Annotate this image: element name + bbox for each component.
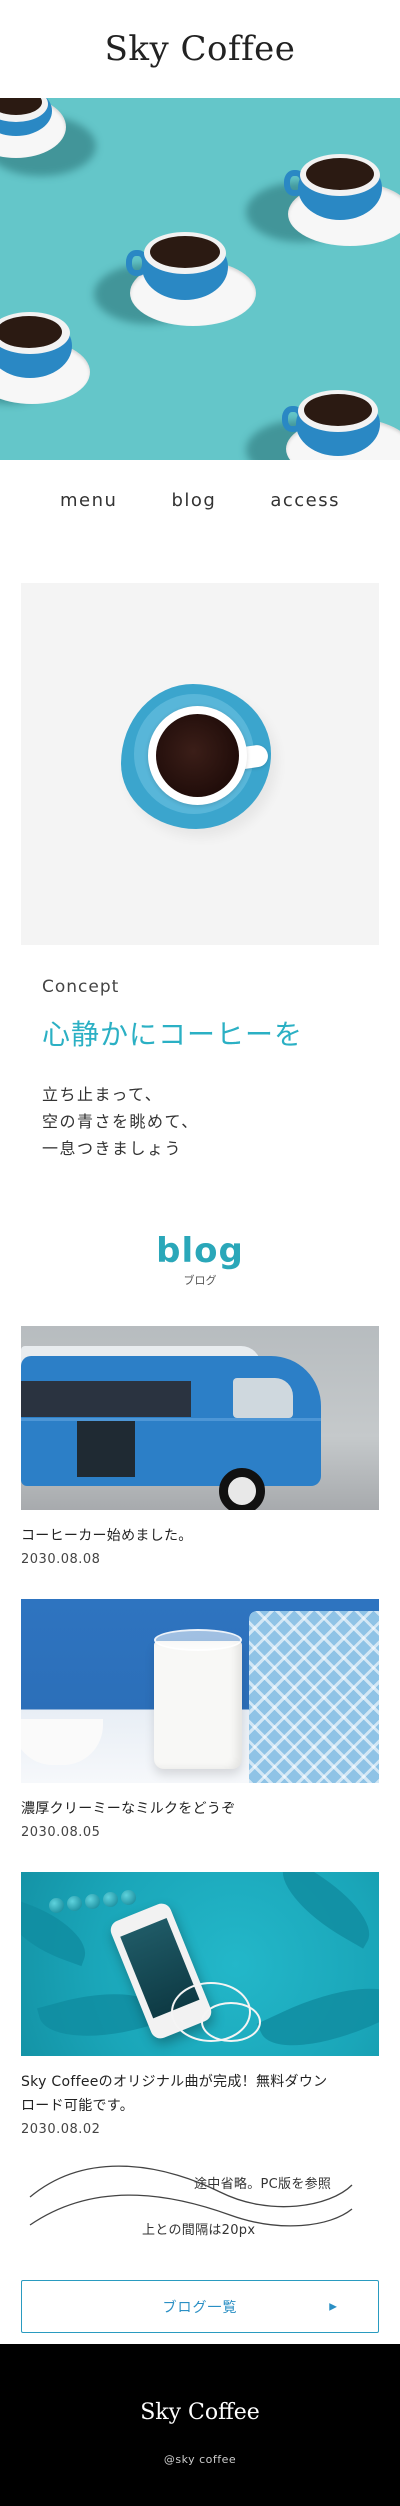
blog-subtitle: ブログ: [183, 1274, 217, 1287]
blog-title: blog: [156, 1231, 244, 1271]
post-image-smartphone[interactable]: [21, 1872, 379, 2056]
note-text: 途中省略。PC版を参照: [194, 2177, 332, 2192]
concept-text: 立ち止まって、 空の青さを眺めて、 一息つきましょう: [42, 1081, 400, 1162]
concept-line: 空の青さを眺めて、: [42, 1112, 199, 1131]
post-image-milk[interactable]: [21, 1599, 379, 1783]
post-title[interactable]: Sky Coffeeのオリジナル曲が完成！無料ダウン ロード可能です。: [21, 2070, 379, 2118]
blog-list-button[interactable]: ブログ一覧 ▶: [21, 2280, 379, 2333]
concept-label: Concept: [42, 977, 120, 997]
note-text: 上との間隔は20px: [142, 2223, 256, 2238]
wave-divider: [29, 2165, 353, 2227]
nav-item-access[interactable]: access: [270, 490, 340, 511]
blog-list-button-label: ブログ一覧: [162, 2299, 238, 2316]
post-title[interactable]: コーヒーカー始めました。: [21, 1524, 379, 1548]
page: Sky Coffee menu blog access Concept 心静かに…: [0, 0, 400, 2506]
coffee-cup-illustration: [0, 98, 96, 176]
arrow-right-icon: ▶: [329, 2301, 338, 2312]
site-footer: Sky Coffee @sky coffee: [0, 2344, 400, 2506]
blog-post[interactable]: 濃厚クリーミーなミルクをどうぞ 2030.08.05: [21, 1599, 379, 1840]
nav-item-menu[interactable]: menu: [60, 490, 117, 511]
blog-heading: blog ブログ: [0, 1232, 400, 1288]
coffee-cup-illustration: [246, 384, 400, 460]
post-image-coffee-truck[interactable]: [21, 1326, 379, 1510]
coffee-cup-illustration: [94, 224, 268, 334]
post-date: 2030.08.05: [21, 1825, 101, 1840]
site-header: Sky Coffee: [0, 0, 400, 98]
concept-title: 心静かにコーヒーを: [42, 1018, 304, 1051]
concept-section: Concept 心静かにコーヒーを 立ち止まって、 空の青さを眺めて、 一息つき…: [0, 945, 400, 1162]
blog-post[interactable]: コーヒーカー始めました。 2030.08.08: [21, 1326, 379, 1567]
blog-section: blog ブログ コーヒーカー始めました。 2030.08.08 濃厚クリーミー…: [0, 1232, 400, 2333]
coffee-cup-illustration: [0, 304, 104, 414]
site-logo[interactable]: Sky Coffee: [105, 29, 296, 69]
omission-note: 途中省略。PC版を参照 上との間隔は20px: [0, 2137, 400, 2257]
concept-image: [21, 583, 379, 945]
post-title[interactable]: 濃厚クリーミーなミルクをどうぞ: [21, 1797, 379, 1821]
blog-post[interactable]: Sky Coffeeのオリジナル曲が完成！無料ダウン ロード可能です。 2030…: [21, 1872, 379, 2137]
nav-item-blog[interactable]: blog: [171, 490, 216, 511]
copyright-text: @sky coffee: [163, 2453, 237, 2466]
post-date: 2030.08.02: [21, 2122, 101, 2137]
concept-line: 一息つきましょう: [42, 1139, 183, 1158]
hero-image: [0, 98, 400, 460]
main-nav: menu blog access: [0, 460, 400, 540]
footer-logo[interactable]: Sky Coffee: [0, 2400, 400, 2425]
coffee-surface: [156, 714, 239, 797]
coffee-cup-illustration: [246, 146, 400, 256]
concept-line: 立ち止まって、: [42, 1085, 163, 1104]
post-date: 2030.08.08: [21, 1552, 101, 1567]
